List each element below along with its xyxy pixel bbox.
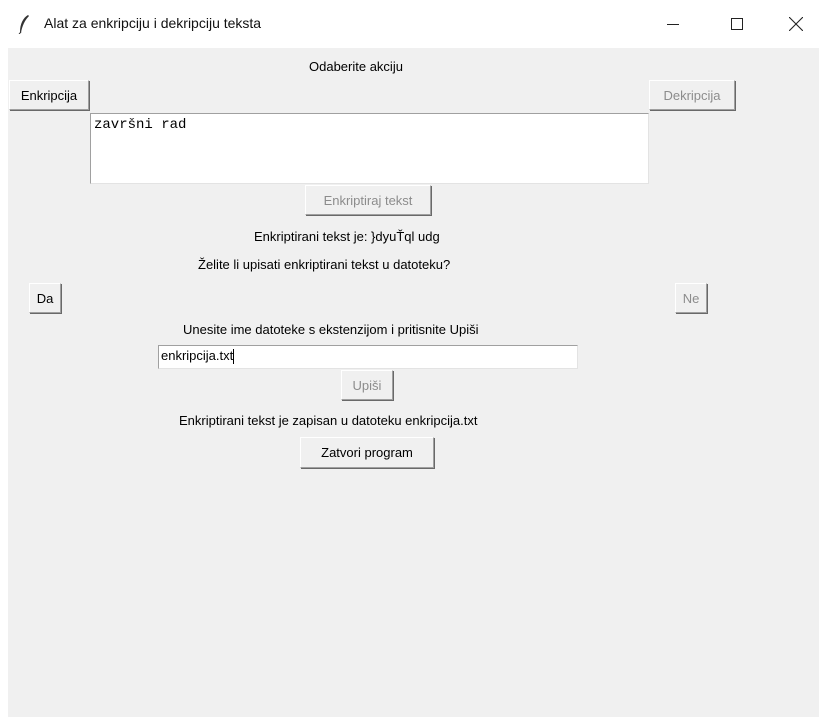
maximize-button[interactable]: [714, 0, 760, 48]
title-bar: Alat za enkripciju i dekripciju teksta: [0, 0, 819, 48]
decryption-button[interactable]: Dekripcija: [649, 80, 735, 110]
filename-input[interactable]: enkripcija.txt: [158, 345, 578, 369]
encrypt-text-button[interactable]: Enkriptiraj tekst: [305, 185, 431, 215]
filename-value: enkripcija.txt: [161, 348, 234, 363]
minimize-icon: [667, 24, 679, 25]
text-cursor: [233, 349, 235, 365]
save-question-label: Želite li upisati enkriptirani tekst u d…: [198, 257, 451, 272]
feather-icon: [18, 15, 29, 34]
yes-button[interactable]: Da: [29, 283, 61, 313]
encrypted-result-label: Enkriptirani tekst je: }dyuŤql udg: [254, 229, 440, 244]
close-button[interactable]: [773, 0, 819, 48]
status-label: Enkriptirani tekst je zapisan u datoteku…: [179, 413, 478, 428]
window-title: Alat za enkripciju i dekripciju teksta: [44, 15, 262, 31]
write-button[interactable]: Upiši: [341, 370, 393, 400]
minimize-button[interactable]: [650, 0, 696, 48]
text-input-area[interactable]: završni rad: [90, 113, 649, 184]
action-prompt-label: Odaberite akciju: [309, 59, 403, 74]
no-button[interactable]: Ne: [675, 283, 707, 313]
close-program-button[interactable]: Zatvori program: [300, 437, 434, 468]
close-icon: [789, 17, 803, 31]
maximize-icon: [731, 18, 743, 30]
encryption-button[interactable]: Enkripcija: [9, 80, 89, 110]
filename-prompt-label: Unesite ime datoteke s ekstenzijom i pri…: [183, 322, 479, 337]
